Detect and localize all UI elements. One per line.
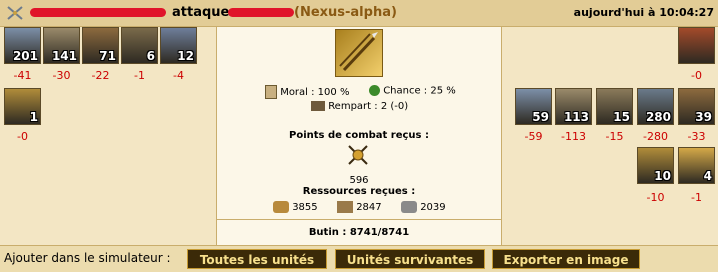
wood-value: 3855 (292, 202, 318, 213)
silver-resource: 2039 (401, 201, 446, 213)
unit-loss: -30 (52, 69, 71, 82)
unit-loss: -4 (173, 69, 184, 82)
defender-unit-horseman[interactable]: 39 (678, 88, 715, 125)
defender-unit-transport-ship[interactable] (678, 27, 715, 64)
wall-icon (311, 101, 325, 111)
silver-coins-icon (401, 201, 417, 213)
simulator-label: Ajouter dans le simulateur : (4, 251, 171, 265)
unit-loss: -15 (605, 130, 624, 143)
scroll-icon (265, 85, 277, 99)
defender-unit-sword-soldier[interactable]: 113 (555, 88, 592, 125)
clover-icon (369, 85, 380, 96)
luck-label: Chance : 25 % (383, 85, 456, 97)
attacker-unit-hoplite[interactable]: 201 (4, 27, 41, 64)
attacker-unit-horseman[interactable]: 71 (82, 27, 119, 64)
redacted-defender-name (228, 8, 294, 17)
crossed-swords-icon (7, 6, 23, 20)
unit-loss: -59 (524, 130, 543, 143)
morale-stat: Moral : 100 % (265, 85, 349, 99)
stone-resource: 2847 (337, 201, 382, 213)
unit-loss: -113 (561, 130, 586, 143)
redacted-attacker-name (30, 8, 166, 17)
unit-count: 113 (563, 110, 589, 124)
unit-loss: -33 (687, 130, 706, 143)
unit-loss: -0 (17, 130, 28, 143)
crossed-swords-shield-icon (347, 144, 369, 166)
booty-label: Butin : 8741/8741 (308, 227, 410, 238)
unit-count: 201 (12, 49, 38, 63)
attacker-unit-griffin[interactable]: 12 (160, 27, 197, 64)
defender-unit-hero-warrior[interactable]: 10 (637, 147, 674, 184)
defender-city-link[interactable]: (Nexus-alpha) (294, 5, 397, 20)
combat-points-title: Points de combat reçus : (289, 130, 429, 141)
unit-count: 280 (645, 110, 671, 124)
wall-stat: Rempart : 2 (-0) (311, 101, 408, 112)
unit-loss: -280 (643, 130, 668, 143)
defender-unit-slinger[interactable]: 280 (637, 88, 674, 125)
unit-count: 141 (51, 49, 77, 63)
silver-value: 2039 (420, 202, 446, 213)
attacker-unit-hero[interactable]: 1 (4, 88, 41, 125)
luck-stat: Chance : 25 % (369, 85, 456, 97)
report-timestamp: aujourd'hui à 10:04:27 (573, 6, 714, 19)
unit-count: 71 (99, 49, 116, 63)
all-units-button[interactable]: Toutes les unités (187, 249, 327, 269)
simulator-footer: Ajouter dans le simulateur : Toutes les … (0, 245, 718, 272)
unit-count: 12 (177, 49, 194, 63)
attacker-unit-chariot[interactable]: 6 (121, 27, 158, 64)
unit-loss: -1 (134, 69, 145, 82)
divider (217, 219, 501, 220)
unit-count: 39 (695, 110, 712, 124)
wood-resource: 3855 (273, 201, 318, 213)
wall-label: Rempart : 2 (-0) (328, 101, 409, 112)
combat-points-value: 596 (349, 175, 369, 186)
defender-unit-hero-woman[interactable]: 4 (678, 147, 715, 184)
unit-loss: -22 (91, 69, 110, 82)
unit-count: 4 (703, 169, 712, 183)
unit-loss: -10 (646, 191, 665, 204)
defender-unit-archer[interactable]: 15 (596, 88, 633, 125)
unit-count: 6 (146, 49, 155, 63)
unit-count: 10 (654, 169, 671, 183)
export-image-button[interactable]: Exporter en image (492, 249, 640, 269)
unit-loss: -41 (13, 69, 32, 82)
surviving-units-button[interactable]: Unités survivantes (335, 249, 485, 269)
attacker-unit-sword-soldier[interactable]: 141 (43, 27, 80, 64)
stone-value: 2847 (356, 202, 382, 213)
unit-loss: -1 (691, 191, 702, 204)
unit-count: 15 (613, 110, 630, 124)
wood-icon (273, 201, 289, 213)
resources-title: Ressources reçues : (302, 186, 416, 197)
report-action: attaque (172, 5, 230, 20)
unit-count: 1 (29, 110, 38, 124)
unit-count: 59 (532, 110, 549, 124)
battle-summary-panel: Moral : 100 % Chance : 25 % Rempart : 2 … (216, 27, 502, 245)
unit-loss: -0 (691, 69, 702, 82)
morale-label: Moral : 100 % (280, 87, 350, 98)
spear-attack-icon (335, 29, 383, 77)
stone-icon (337, 201, 353, 213)
defender-unit-hoplite[interactable]: 59 (515, 88, 552, 125)
report-header: attaque (Nexus-alpha) aujourd'hui à 10:0… (0, 0, 718, 27)
